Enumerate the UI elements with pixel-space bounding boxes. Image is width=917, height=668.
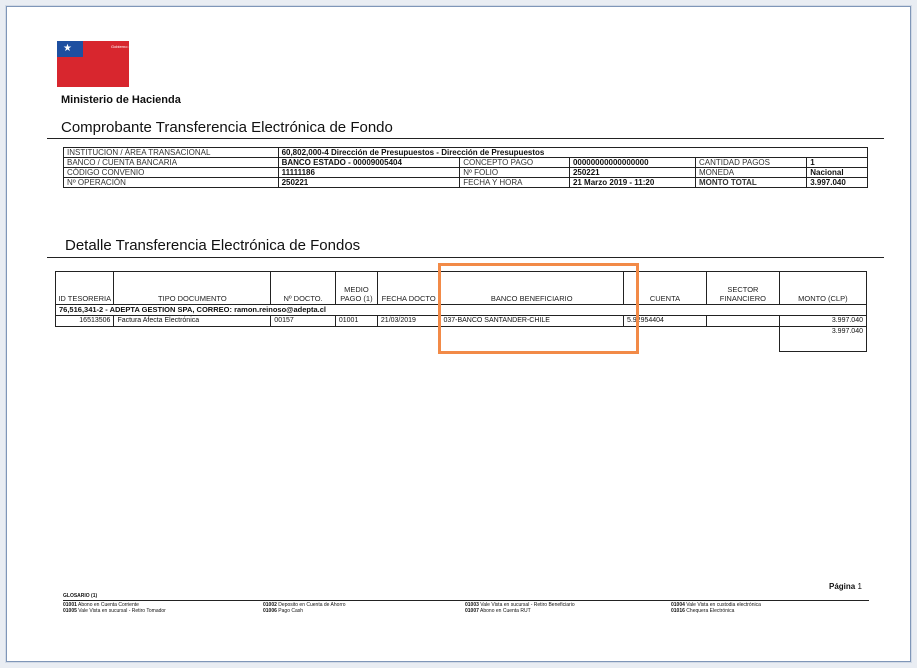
transfer-info-table: INSTITUCION / ÁREA TRANSACIONAL 60,802,0… (63, 147, 869, 188)
col-fecha-docto: FECHA DOCTO (376, 271, 441, 305)
concepto-label: CONCEPTO PAGO (459, 157, 570, 168)
moneda-value: Nacional (806, 167, 868, 178)
operacion-label: Nº OPERACIÓN (63, 177, 279, 188)
col-monto: MONTO (CLP) (778, 271, 868, 305)
col-sector-financiero: SECTOR FINANCIERO (706, 271, 780, 305)
glossary-column-3: 01003 Vale Vista en sucursal - Retiro Be… (465, 602, 665, 614)
title-divider (47, 138, 884, 139)
cantidad-value: 1 (806, 157, 868, 168)
col-medio-pago: MEDIO PAGO (1) (334, 271, 378, 305)
fecha-label: FECHA Y HORA (459, 177, 570, 188)
highlight-box (438, 263, 639, 354)
cell-id: 16513506 (54, 315, 115, 327)
institucion-value: 60,802,000-4 Dirección de Presupuestos -… (277, 147, 869, 158)
page-indicator: Página 1 (829, 582, 862, 591)
glossary-column-2: 01002 Deposito en Cuenta de Ahorro 01006… (263, 602, 463, 614)
document-page: ★ Gobierno de Chile Ministerio de Hacien… (6, 6, 911, 662)
glossary-item: 01007 Abono en Cuenta RUT (465, 608, 531, 614)
detail-title: Detalle Transferencia Electrónica de Fon… (65, 237, 361, 254)
banco-label: BANCO / CUENTA BANCARIA (63, 157, 279, 168)
document-title: Comprobante Transferencia Electrónica de… (61, 119, 393, 136)
cantidad-label: CANTIDAD PAGOS (694, 157, 808, 168)
col-tipo-documento: TIPO DOCUMENTO (113, 271, 272, 305)
cell-monto: 3.997.040 (778, 315, 868, 327)
col-id-tesoreria: ID TESORERIA (54, 271, 115, 305)
codigo-label: CÓDIGO CONVENIO (63, 167, 279, 178)
page-label: Página (829, 582, 856, 591)
fecha-value: 21 Marzo 2019 - 11:20 (568, 177, 697, 188)
folio-value: 250221 (568, 167, 697, 178)
moneda-label: MONEDA (694, 167, 808, 178)
gobierno-logo: ★ Gobierno de Chile (57, 41, 143, 87)
cell-docto: 00157 (270, 315, 336, 327)
beneficiary-label: 76,516,341-2 - ADEPTA GESTION SPA, CORRE… (59, 305, 232, 314)
cell-sector (706, 315, 780, 327)
monto-total-label: MONTO TOTAL (694, 177, 808, 188)
monto-total-value: 3.997.040 (806, 177, 868, 188)
glossary-title: GLOSARIO (1) (63, 593, 98, 599)
institucion-label: INSTITUCION / ÁREA TRANSACIONAL (63, 147, 279, 158)
cell-tipo: Factura Afecta Electrónica (113, 315, 272, 327)
banco-value: BANCO ESTADO - 00009005404 (277, 157, 461, 168)
ministry-name: Ministerio de Hacienda (61, 94, 181, 106)
cell-medio: 01001 (334, 315, 378, 327)
glossary-column-1: 01001 Abono en Cuenta Corriente 01005 Va… (63, 602, 263, 614)
codigo-value: 11111186 (277, 167, 461, 178)
glossary-column-4: 01004 Vale Vista en custodia electrónica… (671, 602, 871, 614)
concepto-value: 00000000000000000 (568, 157, 697, 168)
cell-fecha: 21/03/2019 (376, 315, 441, 327)
folio-label: Nº FOLIO (459, 167, 570, 178)
total-monto: 3.997.040 (778, 326, 868, 352)
detail-divider (47, 257, 884, 258)
glossary-item: 01005 Vale Vista en sucursal - Retiro To… (63, 608, 166, 614)
glossary-divider (63, 600, 869, 601)
glossary-item: 01016 Chequera Electrónica (671, 608, 735, 614)
operacion-value: 250221 (277, 177, 461, 188)
page-number: 1 (857, 582, 862, 591)
glossary-item: 01006 Pago Cash (263, 608, 304, 614)
beneficiary-email: ramon.reinoso@adepta.cl (234, 305, 326, 314)
col-num-docto: Nº DOCTO. (270, 271, 336, 305)
